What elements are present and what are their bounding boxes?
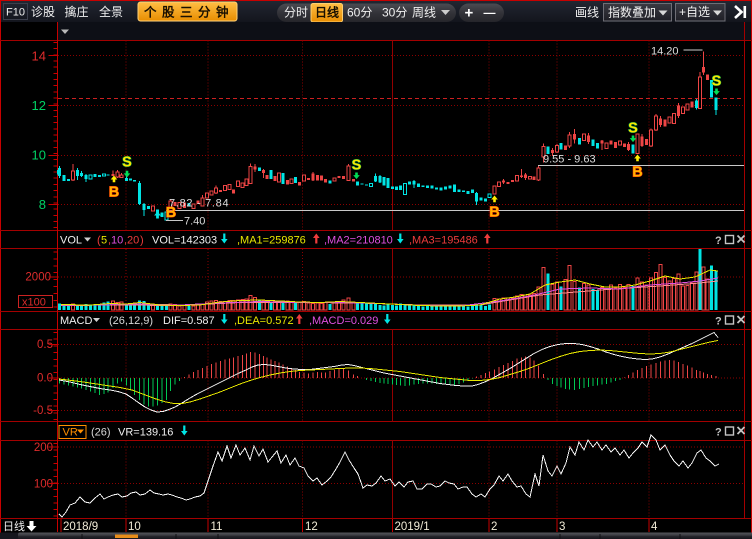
svg-text:12: 12 (305, 521, 318, 533)
svg-text:10: 10 (128, 521, 141, 533)
svg-text:?: ? (715, 316, 722, 328)
svg-text:30分: 30分 (382, 6, 407, 20)
svg-text:VR=139.16: VR=139.16 (118, 427, 173, 439)
svg-text:分时: 分时 (284, 6, 308, 20)
svg-text:S: S (122, 155, 132, 171)
svg-text:指数叠加: 指数叠加 (608, 5, 656, 20)
svg-text:): ) (140, 235, 144, 247)
svg-text:B: B (632, 165, 642, 181)
svg-text:,MA3=195486: ,MA3=195486 (409, 235, 478, 247)
svg-text:(26): (26) (91, 427, 111, 439)
svg-text:MACD: MACD (60, 315, 92, 327)
svg-text:日线: 日线 (315, 5, 339, 20)
svg-text:14.20: 14.20 (651, 46, 679, 58)
svg-text:200: 200 (34, 442, 53, 454)
svg-text:12: 12 (32, 98, 46, 113)
svg-text:(26,12,9): (26,12,9) (109, 315, 153, 327)
svg-text:,MACD=0.029: ,MACD=0.029 (309, 315, 378, 327)
svg-text:100: 100 (34, 479, 53, 491)
svg-text:B: B (166, 205, 176, 221)
svg-text:VR: VR (63, 427, 78, 439)
svg-text:,DEA=0.572: ,DEA=0.572 (234, 315, 294, 327)
svg-text:9.55 - 9.63: 9.55 - 9.63 (543, 154, 596, 166)
svg-text:S: S (712, 74, 722, 90)
svg-text:周线: 周线 (412, 6, 436, 20)
svg-text:VOL=142303: VOL=142303 (152, 235, 217, 247)
svg-text:擒庄: 擒庄 (65, 4, 89, 19)
svg-text:8: 8 (39, 197, 46, 212)
svg-text:B: B (489, 205, 499, 221)
svg-text:—: — (484, 6, 496, 20)
svg-text:2: 2 (491, 521, 497, 533)
svg-text:?: ? (715, 427, 722, 439)
svg-text:,MA2=210810: ,MA2=210810 (324, 235, 393, 247)
svg-text:10: 10 (111, 235, 123, 247)
svg-text:7.40: 7.40 (184, 216, 205, 228)
svg-text:画线: 画线 (575, 6, 599, 20)
svg-text:F10: F10 (6, 7, 25, 19)
svg-text:2019/1: 2019/1 (395, 521, 430, 533)
svg-text:个股三分钟: 个股三分钟 (143, 5, 234, 20)
svg-text:日线: 日线 (3, 519, 25, 533)
svg-text:10: 10 (32, 148, 46, 163)
svg-text:?: ? (715, 235, 722, 247)
svg-text:,MA1=259876: ,MA1=259876 (237, 235, 306, 247)
svg-text:2000: 2000 (25, 272, 51, 284)
svg-text:+自选: +自选 (679, 5, 710, 19)
svg-text:x100: x100 (22, 297, 46, 309)
svg-text:诊股: 诊股 (31, 5, 55, 19)
svg-text:DIF=0.587: DIF=0.587 (163, 315, 215, 327)
svg-text:S: S (352, 158, 362, 174)
svg-text:14: 14 (32, 49, 46, 64)
svg-text:+: + (465, 5, 474, 22)
svg-text:3: 3 (559, 521, 565, 533)
svg-text:VOL: VOL (60, 235, 82, 247)
svg-text:全景: 全景 (99, 4, 123, 19)
svg-text:2018/9: 2018/9 (63, 521, 98, 533)
svg-text:5: 5 (101, 235, 107, 247)
svg-text:20: 20 (127, 235, 139, 247)
svg-text:7.82 - 7.84: 7.82 - 7.84 (169, 198, 229, 210)
svg-text:11: 11 (211, 521, 223, 533)
svg-text:60分: 60分 (347, 6, 372, 20)
svg-text:B: B (109, 185, 119, 201)
svg-text:S: S (628, 121, 638, 137)
svg-text:4: 4 (651, 521, 658, 533)
